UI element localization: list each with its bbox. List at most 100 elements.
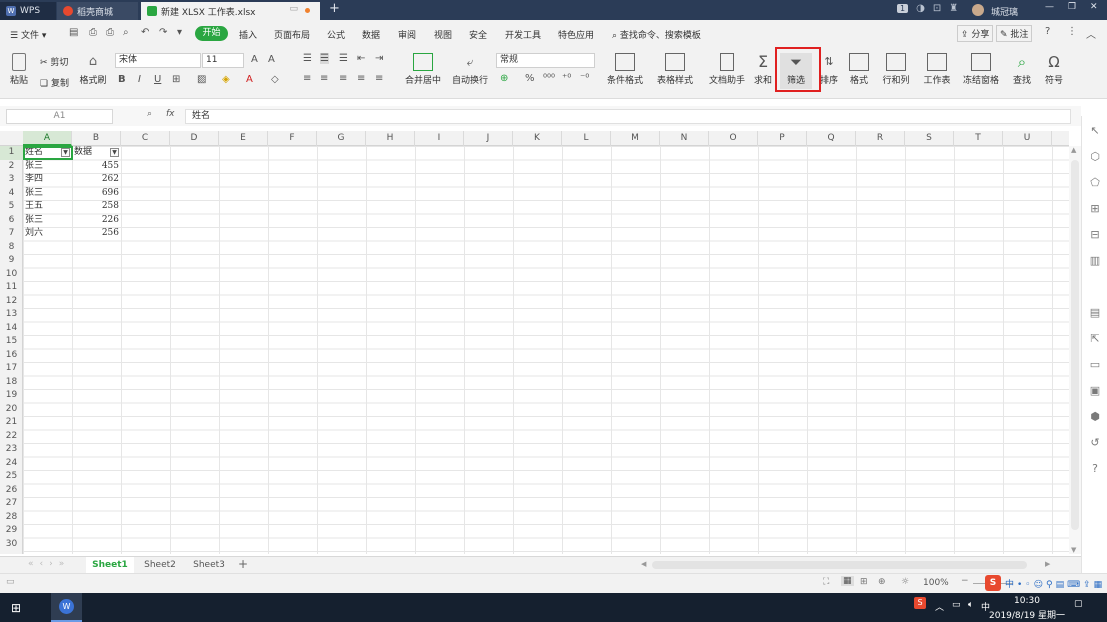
ime-logo-icon[interactable]: S: [985, 575, 1001, 591]
save-icon[interactable]: ▤: [69, 27, 78, 38]
tab-home[interactable]: 开始: [195, 26, 228, 41]
wrap-text-button[interactable]: ⤶ 自动换行: [451, 53, 489, 86]
user-name[interactable]: 城冠璃: [991, 5, 1018, 18]
row-header[interactable]: 6: [0, 214, 23, 228]
share-button[interactable]: ⇪ 分享: [957, 25, 994, 42]
font-color-icon[interactable]: A: [246, 74, 253, 85]
merge-center-button[interactable]: 合并居中: [401, 53, 445, 86]
align-center-icon[interactable]: ≡: [320, 73, 328, 84]
tray-ime-icon[interactable]: S: [914, 597, 926, 609]
indent-decrease-icon[interactable]: ⇤: [357, 53, 365, 64]
find-button[interactable]: ⌕ 查找: [1010, 53, 1034, 86]
table-cell[interactable]: 455: [74, 160, 119, 174]
tab-document[interactable]: 新建 XLSX 工作表.xlsx ▭: [141, 2, 320, 20]
row-header[interactable]: 29: [0, 524, 23, 538]
worksheet-button[interactable]: 工作表: [921, 53, 953, 86]
row-header[interactable]: 7: [0, 227, 23, 241]
column-header[interactable]: H: [366, 131, 415, 146]
help-icon[interactable]: ?: [1045, 26, 1050, 37]
sheet-tab-3[interactable]: Sheet3: [186, 557, 232, 573]
column-header[interactable]: P: [758, 131, 807, 146]
column-header[interactable]: L: [562, 131, 611, 146]
reading-view-icon[interactable]: ⊕: [878, 577, 886, 587]
fill-pattern-icon[interactable]: ▨: [197, 74, 206, 85]
add-sheet-icon[interactable]: +: [238, 557, 248, 571]
normal-view-icon[interactable]: ▦: [841, 576, 854, 586]
row-header[interactable]: 12: [0, 295, 23, 309]
new-tab-button[interactable]: +: [329, 1, 340, 16]
cut-button[interactable]: ✂ 剪切: [40, 55, 68, 68]
percent-icon[interactable]: %: [525, 73, 535, 84]
currency-icon[interactable]: ⊕: [500, 73, 508, 84]
thousands-icon[interactable]: ⁰⁰⁰: [543, 73, 555, 84]
table-cell[interactable]: 刘六: [25, 227, 70, 241]
row-header[interactable]: 24: [0, 457, 23, 471]
shirt-icon[interactable]: ♜: [949, 3, 958, 14]
image-icon[interactable]: ▣: [1088, 384, 1102, 398]
row-header[interactable]: 14: [0, 322, 23, 336]
font-name-select[interactable]: 宋体: [115, 53, 201, 68]
command-search[interactable]: ⌕ 查找命令、搜索模板: [612, 28, 701, 41]
cursor-icon[interactable]: ↖: [1088, 124, 1102, 138]
form-icon[interactable]: ▭: [1088, 358, 1102, 372]
table-cell[interactable]: 张三: [25, 214, 70, 228]
skin-icon[interactable]: ◑: [916, 3, 925, 14]
align-left-icon[interactable]: ≡: [303, 73, 311, 84]
close-button[interactable]: ✕: [1090, 2, 1098, 12]
column-header[interactable]: B: [72, 131, 121, 146]
grid-icon[interactable]: ⊟: [1088, 228, 1102, 242]
tab-data[interactable]: 数据: [362, 28, 380, 41]
taskbar-wps-button[interactable]: W: [51, 593, 82, 622]
scroll-down-icon[interactable]: ▼: [1071, 546, 1076, 554]
print-preview-icon[interactable]: ⌕: [123, 27, 129, 38]
table-cell[interactable]: 262: [74, 173, 119, 187]
scroll-right-icon[interactable]: ▶: [1045, 560, 1050, 568]
row-header[interactable]: 17: [0, 362, 23, 376]
export-icon[interactable]: ⇱: [1088, 332, 1102, 346]
export-pdf-icon[interactable]: ⎙: [89, 27, 97, 38]
tab-page-layout[interactable]: 页面布局: [274, 28, 310, 41]
column-header[interactable]: J: [464, 131, 513, 146]
zoom-formula-icon[interactable]: ⌕: [147, 109, 152, 119]
clock-date[interactable]: 2019/8/19 星期一: [989, 608, 1065, 621]
volume-icon[interactable]: 🔈︎: [968, 600, 973, 610]
tray-expand-icon[interactable]: ︿: [935, 600, 944, 613]
sum-button[interactable]: Σ 求和: [752, 53, 774, 87]
border-icon[interactable]: ⊞: [172, 74, 180, 85]
row-header[interactable]: 25: [0, 470, 23, 484]
table-cell[interactable]: 226: [74, 214, 119, 228]
row-header[interactable]: 26: [0, 484, 23, 498]
print-icon[interactable]: ⎙: [106, 27, 114, 38]
minimize-button[interactable]: —: [1045, 2, 1054, 12]
filter-dropdown-icon[interactable]: ▼: [110, 148, 119, 157]
format-painter-button[interactable]: ⌂ 格式刷: [79, 53, 107, 86]
file-menu[interactable]: ☰ 文件 ▾: [10, 28, 46, 41]
column-header[interactable]: S: [905, 131, 954, 146]
undo-icon[interactable]: ↶: [141, 27, 149, 38]
table-cell[interactable]: 王五: [25, 200, 70, 214]
decrease-decimal-icon[interactable]: ⁻⁰: [580, 73, 589, 84]
row-header[interactable]: 28: [0, 511, 23, 525]
collapse-ribbon-icon[interactable]: ︿: [1086, 26, 1096, 41]
sort-button[interactable]: ⇅ 排序: [818, 53, 840, 86]
chart-icon[interactable]: ▥: [1088, 254, 1102, 268]
increase-font-icon[interactable]: A: [251, 54, 258, 65]
conditional-format-button[interactable]: 条件格式: [604, 53, 646, 86]
italic-icon[interactable]: I: [138, 74, 141, 85]
row-header[interactable]: 1: [0, 146, 23, 160]
table-cell[interactable]: 256: [74, 227, 119, 241]
justify-icon[interactable]: ≡: [357, 73, 365, 84]
zoom-out-icon[interactable]: −: [961, 576, 969, 586]
bold-icon[interactable]: B: [118, 74, 126, 85]
row-header[interactable]: 16: [0, 349, 23, 363]
column-header[interactable]: F: [268, 131, 317, 146]
column-header[interactable]: R: [856, 131, 905, 146]
sheet-tab-1[interactable]: Sheet1: [86, 557, 134, 573]
number-format-select[interactable]: 常规: [496, 53, 595, 68]
clock-time[interactable]: 10:30: [1014, 596, 1040, 606]
row-header[interactable]: 9: [0, 254, 23, 268]
row-header[interactable]: 22: [0, 430, 23, 444]
tab-formulas[interactable]: 公式: [327, 28, 345, 41]
table-cell[interactable]: 张三: [25, 160, 70, 174]
row-header[interactable]: 27: [0, 497, 23, 511]
